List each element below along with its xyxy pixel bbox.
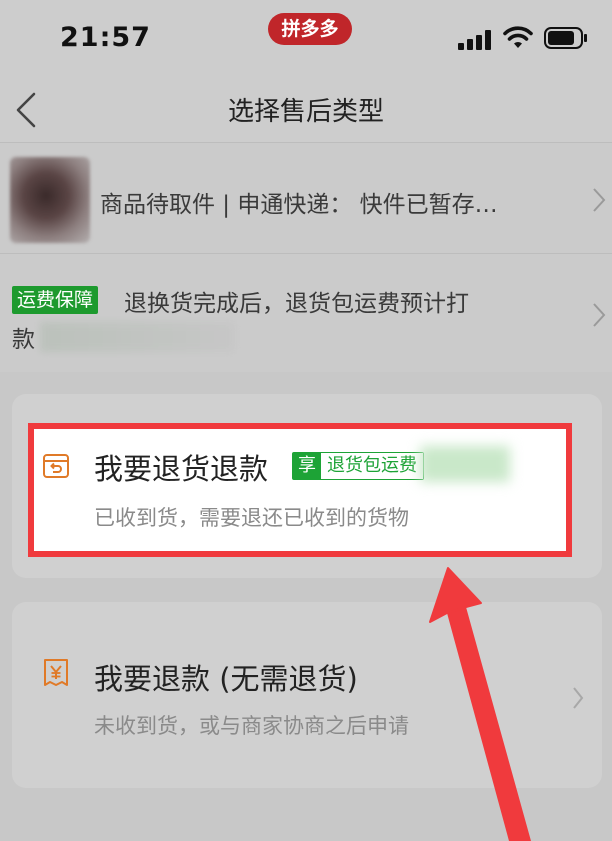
red-arrow-annotation (429, 567, 531, 841)
